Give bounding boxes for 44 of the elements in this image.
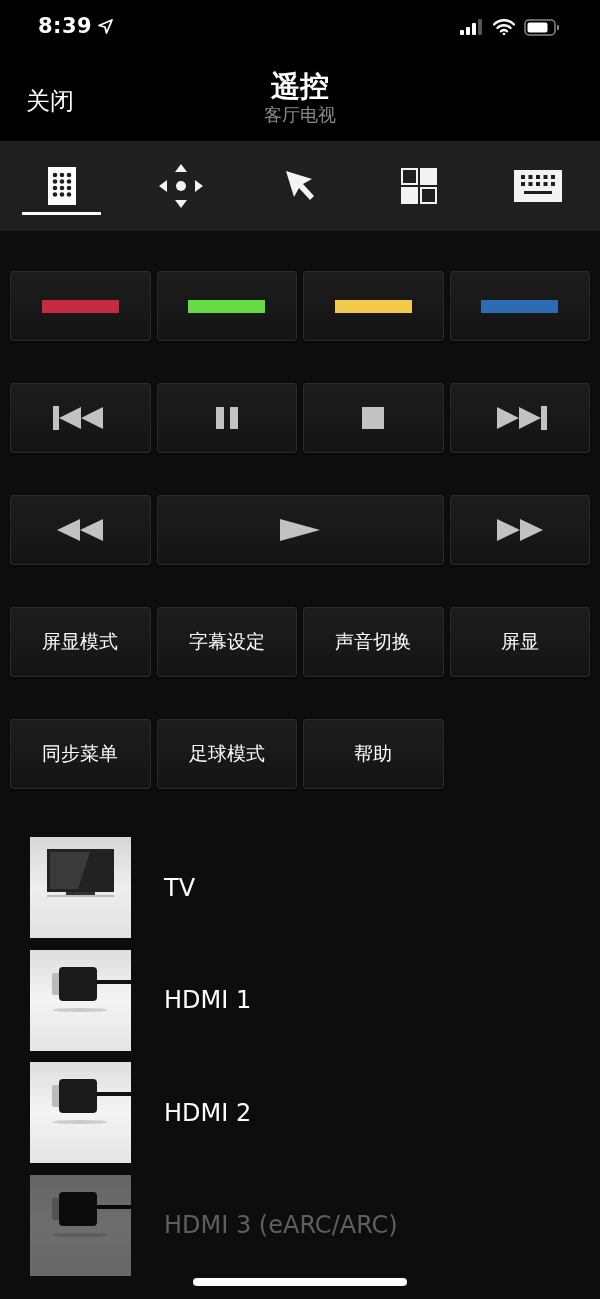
cursor-arrow-icon <box>285 170 315 202</box>
color-key-button[interactable] <box>10 271 151 341</box>
function-button[interactable]: 同步菜单 <box>10 719 151 789</box>
location-arrow-icon <box>98 18 114 34</box>
input-source-label: HDMI 3 (eARC/ARC) <box>164 1211 398 1239</box>
media-button[interactable] <box>10 495 151 565</box>
nav-title: 遥控 <box>271 67 329 104</box>
signal-icon <box>460 19 484 35</box>
wifi-icon <box>493 19 515 35</box>
stop-icon <box>362 407 385 429</box>
keyboard-icon <box>514 170 563 202</box>
play-icon <box>280 519 320 541</box>
color-key-button[interactable] <box>156 271 297 341</box>
input-source-item[interactable]: HDMI 2 <box>30 1062 570 1163</box>
function-button[interactable]: 足球模式 <box>156 719 297 789</box>
rewind-icon <box>57 519 104 541</box>
function-button[interactable]: 屏显 <box>449 607 590 677</box>
input-source-label: HDMI 2 <box>164 1098 252 1127</box>
battery-icon <box>524 18 560 36</box>
close-button[interactable]: 关闭 <box>26 84 74 117</box>
function-button[interactable]: 声音切换 <box>303 607 444 677</box>
function-button[interactable]: 屏显模式 <box>10 607 151 677</box>
media-button[interactable] <box>10 383 151 453</box>
tv-drawing <box>47 849 114 897</box>
grid-icon <box>401 168 438 204</box>
direction-pad-icon <box>158 164 203 208</box>
media-button[interactable] <box>156 383 297 453</box>
input-source-label: TV <box>164 873 196 902</box>
remote-icon <box>47 167 76 205</box>
function-button[interactable]: 字幕设定 <box>156 607 297 677</box>
input-source-item[interactable]: HDMI 1 <box>30 949 570 1051</box>
media-button[interactable] <box>449 495 590 565</box>
media-button[interactable] <box>156 495 444 565</box>
status-time: 8:39 <box>38 14 93 38</box>
input-source-label: HDMI 1 <box>164 986 252 1014</box>
fast-forward-icon <box>496 519 543 541</box>
nav-subtitle: 客厅电视 <box>264 103 336 126</box>
color-key-button[interactable] <box>449 271 590 341</box>
color-key-button[interactable] <box>303 271 444 341</box>
function-button[interactable]: 帮助 <box>303 719 444 789</box>
input-source-item[interactable]: TV <box>30 837 570 938</box>
pause-icon <box>215 407 238 429</box>
media-button[interactable] <box>449 383 590 453</box>
media-button[interactable] <box>303 383 444 453</box>
